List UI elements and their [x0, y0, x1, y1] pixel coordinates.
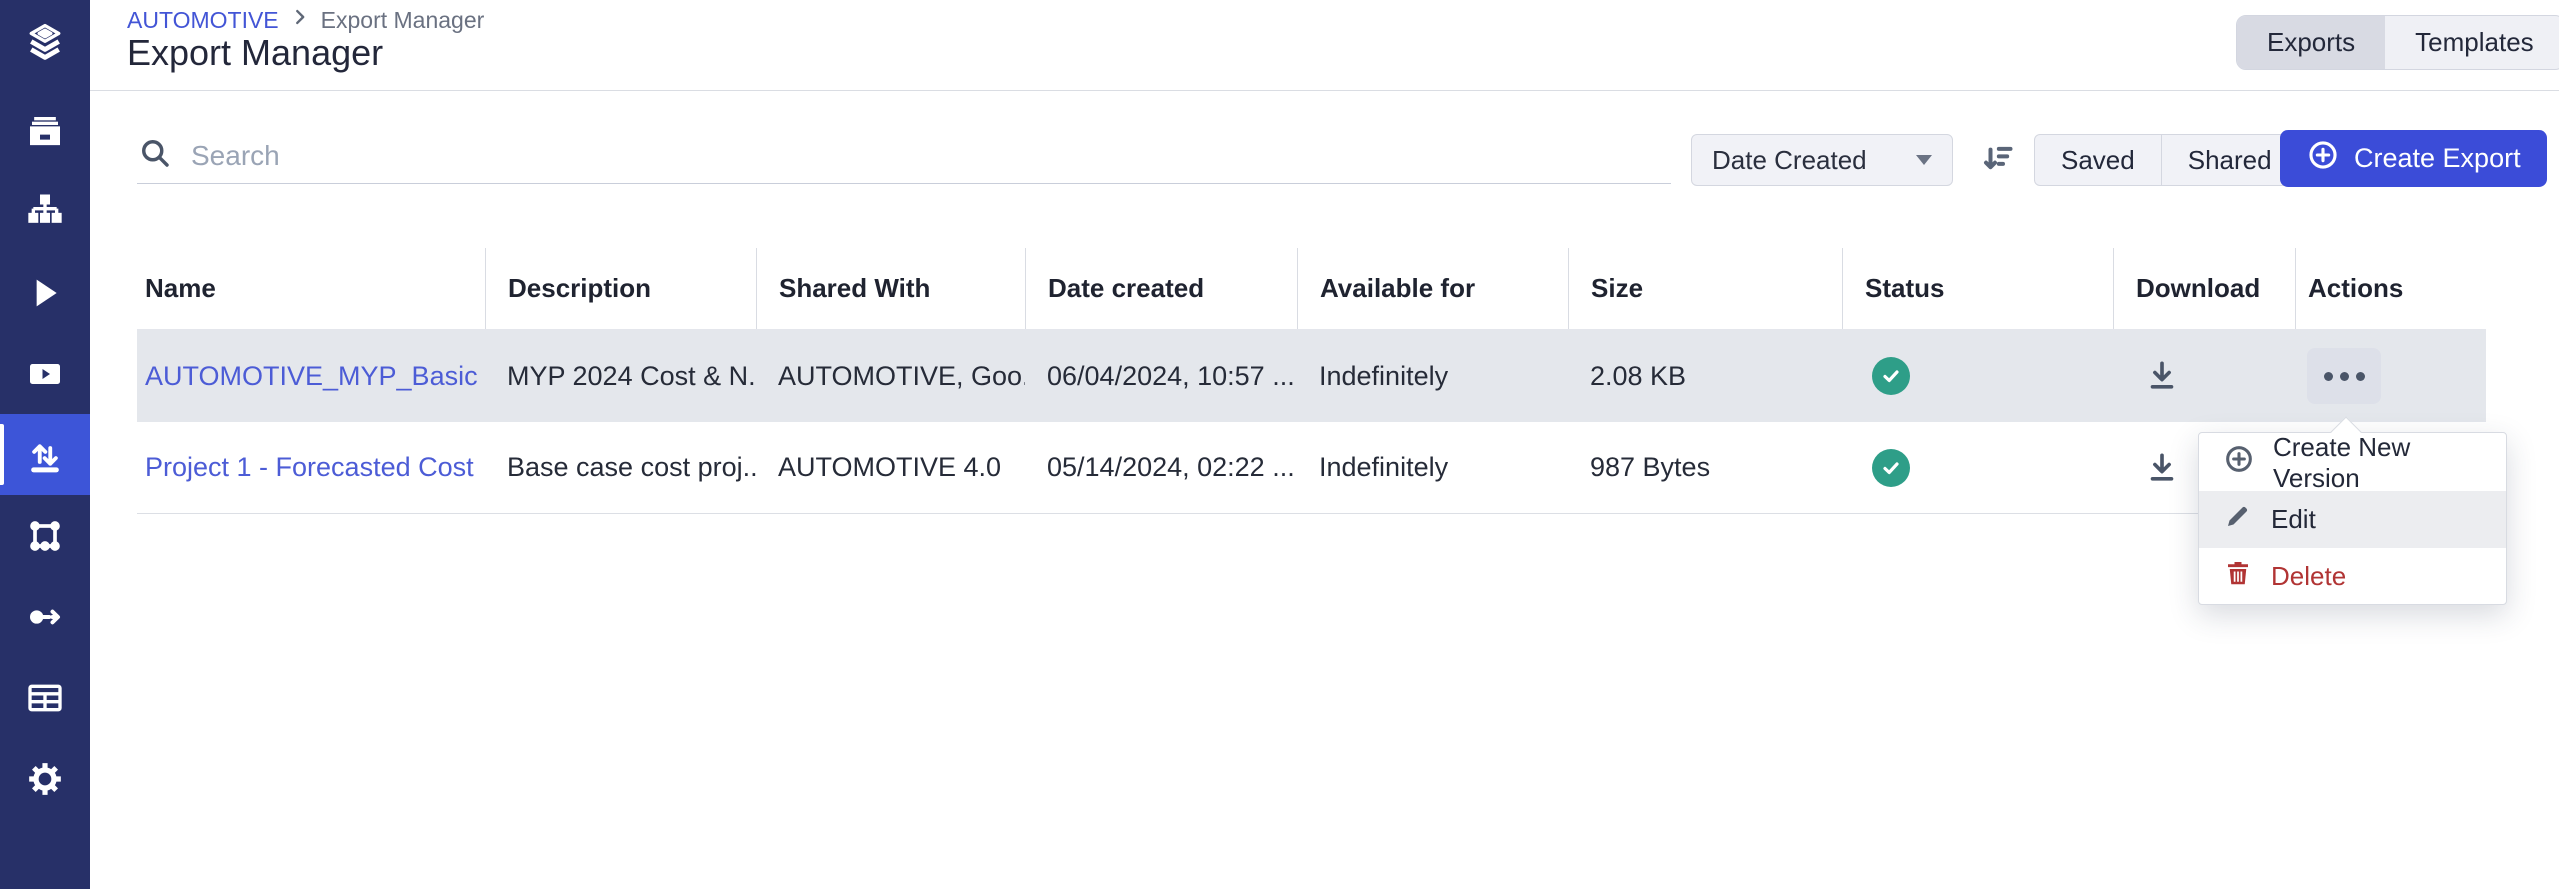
- app-logo[interactable]: [0, 0, 90, 90]
- status-success-badge: [1872, 449, 1910, 487]
- menu-item-edit[interactable]: Edit: [2199, 491, 2506, 548]
- sidebar-item-tables[interactable]: [0, 657, 90, 738]
- menu-item-label: Edit: [2271, 504, 2316, 535]
- status-success-badge: [1872, 357, 1910, 395]
- circle-plus-icon: [2223, 443, 2255, 482]
- download-button[interactable]: [2143, 449, 2181, 487]
- video-player-icon: [25, 354, 65, 394]
- flow-arrow-icon: [25, 597, 65, 637]
- column-header-name[interactable]: Name: [137, 248, 485, 329]
- breadcrumb: AUTOMOTIVE Export Manager: [127, 6, 484, 34]
- import-export-icon: [24, 434, 66, 476]
- column-header-download[interactable]: Download: [2113, 248, 2295, 329]
- filter-button-group: Saved Shared: [2034, 134, 2299, 186]
- sidebar-item-export-manager[interactable]: [0, 414, 90, 495]
- column-header-available-for[interactable]: Available for: [1297, 248, 1568, 329]
- cell-shared-with: AUTOMOTIVE, Goo...: [756, 361, 1025, 392]
- search-input[interactable]: [191, 140, 1671, 172]
- chevron-down-icon: [1916, 155, 1932, 165]
- sidebar-item-artboard[interactable]: [0, 495, 90, 576]
- table-header-row: Name Description Shared With Date create…: [137, 248, 2486, 330]
- cell-size: 987 Bytes: [1568, 452, 1842, 483]
- tab-exports[interactable]: Exports: [2237, 16, 2385, 69]
- create-export-button[interactable]: Create Export: [2280, 130, 2547, 187]
- column-header-date-created[interactable]: Date created: [1025, 248, 1297, 329]
- cell-shared-with: AUTOMOTIVE 4.0: [756, 452, 1025, 483]
- menu-item-delete[interactable]: Delete: [2199, 548, 2506, 605]
- breadcrumb-current: Export Manager: [321, 7, 485, 34]
- cell-available-for: Indefinitely: [1297, 452, 1568, 483]
- search-bar: [137, 128, 1671, 184]
- play-icon: [25, 273, 65, 313]
- download-button[interactable]: [2143, 357, 2181, 395]
- sidebar-item-video[interactable]: [0, 333, 90, 414]
- cell-size: 2.08 KB: [1568, 361, 1842, 392]
- page-title: Export Manager: [127, 32, 383, 74]
- table-grid-icon: [25, 678, 65, 718]
- cell-date-created: 05/14/2024, 02:22 ...: [1025, 452, 1297, 483]
- header-divider: [90, 90, 2559, 91]
- export-name-link[interactable]: Project 1 - Forecasted Cost: [145, 452, 474, 483]
- sidebar: [0, 0, 90, 889]
- circle-plus-icon: [2306, 138, 2340, 179]
- menu-item-label: Create New Version: [2273, 432, 2482, 494]
- archive-box-icon: [25, 111, 65, 151]
- saved-filter-button[interactable]: Saved: [2035, 135, 2161, 185]
- view-tabs: Exports Templates: [2236, 15, 2559, 70]
- column-header-description[interactable]: Description: [485, 248, 756, 329]
- cell-available-for: Indefinitely: [1297, 361, 1568, 392]
- column-header-shared-with[interactable]: Shared With: [756, 248, 1025, 329]
- sidebar-item-flow[interactable]: [0, 576, 90, 657]
- chevron-right-icon: [289, 6, 311, 34]
- hierarchy-icon: [25, 192, 65, 232]
- cell-description: MYP 2024 Cost & N...: [485, 361, 756, 392]
- table-row[interactable]: Project 1 - Forecasted Cost Base case co…: [137, 422, 2486, 514]
- breadcrumb-parent-link[interactable]: AUTOMOTIVE: [127, 7, 279, 34]
- column-header-actions[interactable]: Actions: [2295, 248, 2486, 329]
- artboard-frame-icon: [25, 516, 65, 556]
- sort-by-dropdown[interactable]: Date Created: [1691, 134, 1953, 186]
- tab-templates[interactable]: Templates: [2385, 16, 2559, 69]
- sort-descending-icon: [1978, 138, 2018, 183]
- pencil-icon: [2223, 501, 2253, 538]
- cell-date-created: 06/04/2024, 10:57 ...: [1025, 361, 1297, 392]
- sort-by-value: Date Created: [1712, 145, 1867, 176]
- gear-icon: [25, 759, 65, 799]
- sidebar-item-hierarchy[interactable]: [0, 171, 90, 252]
- table-row[interactable]: AUTOMOTIVE_MYP_Basic MYP 2024 Cost & N..…: [137, 330, 2486, 422]
- menu-item-create-new-version[interactable]: Create New Version: [2199, 434, 2506, 491]
- export-name-link[interactable]: AUTOMOTIVE_MYP_Basic: [145, 361, 478, 392]
- sidebar-item-archive[interactable]: [0, 90, 90, 171]
- sort-descending-button[interactable]: [1975, 138, 2021, 182]
- row-actions-button[interactable]: [2307, 348, 2381, 404]
- trash-icon: [2223, 558, 2253, 595]
- shared-filter-button[interactable]: Shared: [2161, 135, 2298, 185]
- create-export-label: Create Export: [2354, 143, 2521, 174]
- layers-logo-icon: [23, 21, 67, 70]
- search-icon: [137, 135, 173, 176]
- column-header-size[interactable]: Size: [1568, 248, 1842, 329]
- row-actions-menu: Create New Version Edit Delete: [2198, 432, 2507, 605]
- column-header-status[interactable]: Status: [1842, 248, 2113, 329]
- sidebar-item-settings[interactable]: [0, 738, 90, 819]
- sidebar-item-run[interactable]: [0, 252, 90, 333]
- cell-description: Base case cost proj...: [485, 452, 756, 483]
- menu-item-label: Delete: [2271, 561, 2346, 592]
